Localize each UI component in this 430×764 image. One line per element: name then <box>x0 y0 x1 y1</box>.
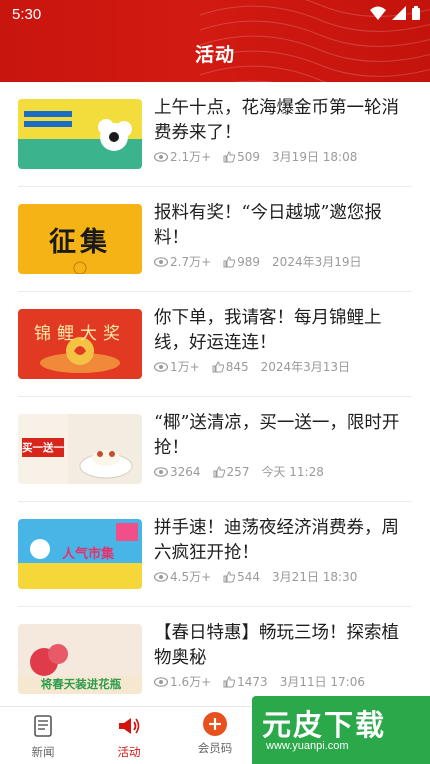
view-count: 2.1万+ <box>170 150 212 164</box>
list-item[interactable]: 征集 报料有奖！“今日越城”邀您报料！ 2.7万+ 989 2024年3月19日 <box>18 187 412 292</box>
article-meta: 2.7万+ 989 2024年3月19日 <box>154 253 362 270</box>
like-count: 989 <box>237 254 261 269</box>
thumbnail-caption: 将春天装进花瓶 <box>40 677 122 691</box>
eye-icon <box>154 571 168 582</box>
list-item[interactable]: 将春天装进花瓶 【春日特惠】畅玩三场！探索植物奥秘 1.6万+ 1473 3月1… <box>18 607 412 706</box>
article-thumbnail[interactable] <box>18 99 142 169</box>
article-list[interactable]: 上午十点，花海爆金币第一轮消费券来了！ 2.1万+ 509 3月19日 18:0… <box>0 82 430 706</box>
article-meta: 3264 257 今天 11:28 <box>154 463 324 480</box>
thumbs-up-icon <box>223 570 236 582</box>
publish-date: 3月21日 18:30 <box>272 570 358 584</box>
status-time: 5:30 <box>12 6 42 23</box>
publish-date: 3月11日 17:06 <box>279 675 365 689</box>
publish-date: 2024年3月19日 <box>272 255 362 269</box>
thumbs-up-icon <box>223 150 236 162</box>
article-meta: 1万+ 845 2024年3月13日 <box>154 358 350 375</box>
megaphone-icon <box>119 718 140 734</box>
signal-icon <box>392 6 406 20</box>
app-header: 5:30 活动 <box>0 0 430 82</box>
article-title[interactable]: 【春日特惠】畅玩三场！探索植物奥秘 <box>154 621 412 671</box>
watermark-url: www.yuanpi.com <box>266 740 349 752</box>
thumbnail-caption: 征集 <box>49 227 111 258</box>
watermark-title: 元皮下载 <box>262 708 387 742</box>
article-title[interactable]: 你下单，我请客！每月锦鲤上线，好运连连！ <box>154 306 412 356</box>
like-count: 257 <box>226 464 250 479</box>
like-count: 509 <box>237 149 261 164</box>
like-count: 845 <box>225 359 249 374</box>
article-meta: 4.5万+ 544 3月21日 18:30 <box>154 568 357 585</box>
thumbs-up-icon <box>212 360 224 372</box>
publish-date: 2024年3月13日 <box>260 360 351 374</box>
view-count: 3264 <box>170 464 201 479</box>
article-thumbnail[interactable]: 征集 <box>18 204 142 274</box>
thumbs-up-icon <box>223 675 236 687</box>
eye-icon <box>154 466 168 477</box>
watermark-badge: 元皮下载 www.yuanpi.com <box>252 696 430 764</box>
tab-news-label: 新闻 <box>31 745 55 759</box>
page-title: 活动 <box>194 44 235 66</box>
article-thumbnail[interactable]: 将春天装进花瓶 <box>18 624 142 694</box>
list-item[interactable]: 锦鲤大奖 你下单，我请客！每月锦鲤上线，好运连连！ 1万+ 845 2024年3… <box>18 292 412 397</box>
like-count: 1473 <box>237 674 268 689</box>
article-title[interactable]: 上午十点，花海爆金币第一轮消费券来了！ <box>154 96 412 146</box>
article-thumbnail[interactable]: 锦鲤大奖 <box>18 309 142 379</box>
view-count: 1.6万+ <box>170 675 212 689</box>
list-item[interactable]: 买一送一 “椰”送清凉，买一送一，限时开抢！ 3264 257 今天 11:28 <box>18 397 412 502</box>
article-title[interactable]: “椰”送清凉，买一送一，限时开抢！ <box>154 411 412 461</box>
member-code-icon <box>203 712 227 736</box>
view-count: 2.7万+ <box>170 255 212 269</box>
wifi-icon <box>370 6 386 20</box>
view-count: 1万+ <box>170 360 200 374</box>
article-thumbnail[interactable]: 买一送一 <box>18 414 142 484</box>
article-meta: 2.1万+ 509 3月19日 18:08 <box>154 148 357 165</box>
tab-activities[interactable]: 活动 <box>94 715 164 760</box>
view-count: 4.5万+ <box>170 570 212 584</box>
status-bar: 5:30 <box>0 0 430 30</box>
battery-icon <box>412 6 420 20</box>
thumbs-up-icon <box>213 465 225 477</box>
tab-activities-label: 活动 <box>117 745 141 759</box>
eye-icon <box>154 676 168 687</box>
list-item[interactable]: 上午十点，花海爆金币第一轮消费券来了！ 2.1万+ 509 3月19日 18:0… <box>18 82 412 187</box>
publish-date: 今天 11:28 <box>261 465 324 479</box>
eye-icon <box>154 361 168 372</box>
article-title[interactable]: 拼手速！迪荡夜经济消费券，周六疯狂开抢！ <box>154 516 412 566</box>
thumbnail-caption: 锦鲤大奖 <box>34 324 126 344</box>
tab-member-code-label: 会员码 <box>197 741 233 755</box>
article-thumbnail[interactable]: 人气市集 <box>18 519 142 589</box>
like-count: 544 <box>237 569 261 584</box>
thumbnail-caption: 人气市集 <box>61 547 114 562</box>
publish-date: 3月19日 18:08 <box>272 150 358 164</box>
article-title[interactable]: 报料有奖！“今日越城”邀您报料！ <box>154 201 412 251</box>
eye-icon <box>154 151 168 162</box>
article-meta: 1.6万+ 1473 3月11日 17:06 <box>154 673 365 690</box>
tab-news[interactable]: 新闻 <box>8 715 78 760</box>
thumbs-up-icon <box>223 255 236 267</box>
tab-member-code[interactable]: 会员码 <box>180 712 250 756</box>
thumbnail-caption: 买一送一 <box>22 438 64 457</box>
list-item[interactable]: 人气市集 拼手速！迪荡夜经济消费券，周六疯狂开抢！ 4.5万+ 544 3月21… <box>18 502 412 607</box>
flower-market-poster-image <box>18 99 142 169</box>
status-icons <box>370 6 420 20</box>
newspaper-icon <box>34 715 52 737</box>
eye-icon <box>154 256 168 267</box>
